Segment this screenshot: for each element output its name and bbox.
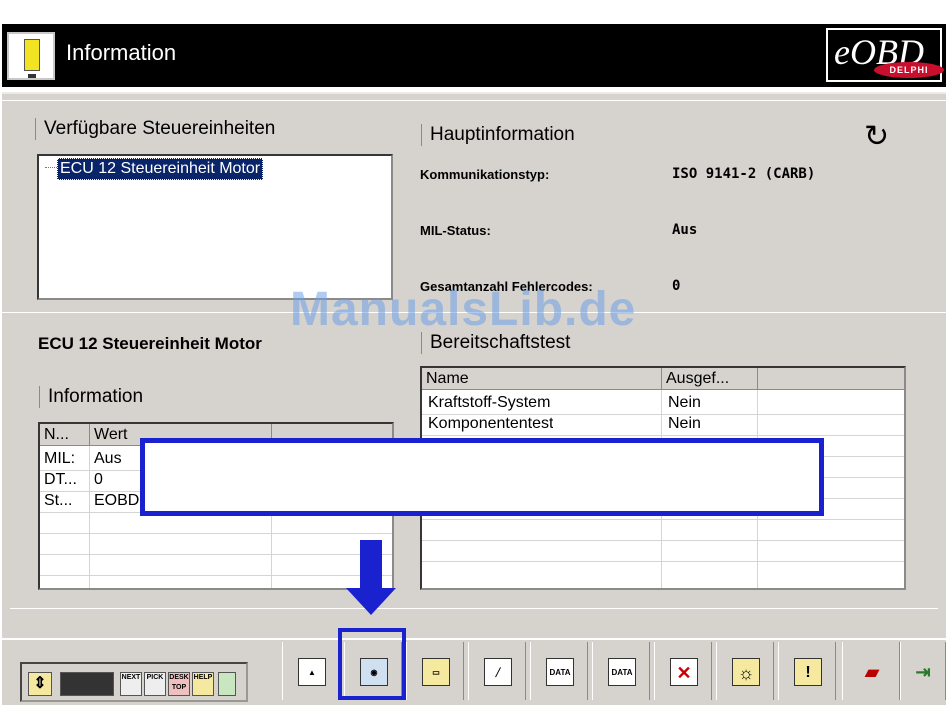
mil-status-label: MIL-Status: — [420, 223, 491, 238]
ecu-list-item[interactable]: ECU 12 Steuereinheit Motor — [57, 158, 264, 180]
help-icon[interactable]: HELP — [192, 672, 214, 696]
available-title: Verfügbare Steuereinheiten — [35, 118, 275, 140]
next-icon[interactable]: NEXT — [120, 672, 142, 696]
sun-button[interactable]: ☼ — [716, 642, 774, 700]
main-info-title: Hauptinformation — [421, 124, 575, 146]
info-cell: MIL: — [44, 450, 76, 467]
warning-button[interactable]: ! — [778, 642, 836, 700]
readiness-cell: Nein — [668, 415, 701, 432]
spark-plug-icon: ╱ — [484, 658, 512, 686]
tool-group: ⇕ NEXT PICK DESK TOP HELP — [20, 662, 248, 702]
mil-status-value: Aus — [672, 222, 698, 238]
watermark: ManualsLib.de — [290, 283, 637, 336]
desktop-icon[interactable]: DESK TOP — [168, 672, 190, 696]
folder-icon: ▭ — [422, 658, 450, 686]
move-icon[interactable]: ⇕ — [28, 672, 52, 696]
exit-icon: ⇥ — [915, 662, 931, 682]
readiness-col-status[interactable]: Ausgef... — [662, 368, 758, 390]
toolbar: ⇕ NEXT PICK DESK TOP HELP ▲ ◉ ▭ ╱ DATA D… — [2, 638, 946, 705]
comm-type-label: Kommunikationstyp: — [420, 167, 550, 182]
info-cell: DT... — [44, 471, 77, 488]
car-button[interactable]: ▰ — [842, 642, 900, 700]
comm-type-value: ISO 9141-2 (CARB) — [672, 166, 816, 182]
pick-icon[interactable]: PICK — [144, 672, 166, 696]
joystick-button[interactable]: ▲ — [282, 642, 340, 700]
info-cell: Aus — [94, 450, 122, 467]
info-cell: 0 — [94, 471, 103, 488]
readiness-cell: Nein — [668, 394, 701, 411]
readiness-col-empty[interactable] — [758, 368, 904, 390]
spark-plug-button[interactable]: ╱ — [468, 642, 526, 700]
car-icon: ▰ — [865, 662, 879, 682]
delphi-logo: DELPHI — [874, 62, 944, 78]
readiness-col-name[interactable]: Name — [422, 368, 662, 390]
data-graph-icon: DATA — [608, 658, 636, 686]
cancel-icon: ✕ — [670, 658, 698, 686]
divider — [10, 608, 938, 609]
info-col-name[interactable]: N... — [40, 424, 90, 446]
keyboard-icon[interactable] — [60, 672, 114, 696]
window-title: Information — [66, 40, 177, 65]
highlight-box — [338, 628, 406, 700]
readiness-cell: Kraftstoff-System — [428, 394, 551, 411]
info-title: Information — [39, 386, 143, 408]
folder-button[interactable]: ▭ — [406, 642, 464, 700]
selected-ecu-label: ECU 12 Steuereinheit Motor — [38, 334, 262, 353]
data-freeze-icon: DATA — [546, 658, 574, 686]
error-count-value: 0 — [672, 278, 681, 294]
cancel-button[interactable]: ✕ — [654, 642, 712, 700]
warning-icon: ! — [794, 658, 822, 686]
data-freeze-button[interactable]: DATA — [530, 642, 588, 700]
title-bar: Information eOBD DELPHI — [2, 24, 946, 87]
joystick-icon: ▲ — [298, 658, 326, 686]
warning-icon — [7, 32, 55, 80]
sun-icon: ☼ — [732, 658, 760, 686]
arrow-down-icon — [360, 540, 382, 590]
annotation-box — [140, 438, 824, 516]
main-panel: Verfügbare Steuereinheiten ECU 12 Steuer… — [2, 92, 946, 638]
info-cell: EOBD — [94, 492, 140, 509]
data-graph-button[interactable]: DATA — [592, 642, 650, 700]
ecu-list[interactable]: ECU 12 Steuereinheit Motor — [37, 154, 393, 300]
info-cell: St... — [44, 492, 73, 509]
readiness-cell: Komponententest — [428, 415, 554, 432]
arrow-head-icon — [346, 588, 396, 615]
refresh-icon[interactable]: ↻ — [864, 119, 889, 154]
divider — [2, 100, 946, 101]
exit-button[interactable]: ⇥ — [900, 642, 946, 700]
trash-icon[interactable] — [218, 672, 236, 696]
eobd-logo: eOBD DELPHI — [826, 28, 944, 82]
